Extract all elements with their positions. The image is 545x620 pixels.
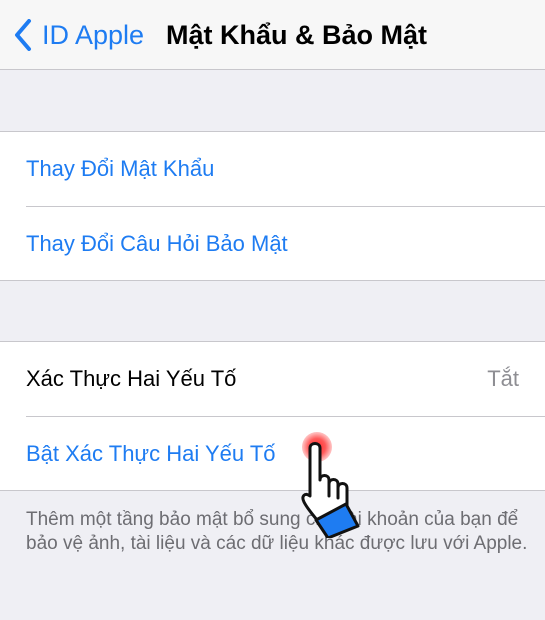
password-group: Thay Đổi Mật Khẩu Thay Đổi Câu Hỏi Bảo M…: [0, 131, 545, 281]
chevron-left-icon: [15, 19, 31, 51]
enable-two-factor-row[interactable]: Bật Xác Thực Hai Yếu Tố: [0, 417, 545, 491]
two-factor-group: Xác Thực Hai Yếu Tố Tắt Bật Xác Thực Hai…: [0, 341, 545, 491]
two-factor-status-label: Xác Thực Hai Yếu Tố: [26, 366, 237, 391]
back-button[interactable]: ID Apple: [14, 16, 144, 54]
change-password-row[interactable]: Thay Đổi Mật Khẩu: [0, 132, 545, 206]
back-button-label: ID Apple: [42, 19, 145, 50]
change-password-label: Thay Đổi Mật Khẩu: [26, 156, 215, 181]
hand-pointer-icon: [301, 442, 360, 538]
two-factor-description: Thêm một tầng bảo mật bổ sung cho tài kh…: [26, 509, 528, 554]
two-factor-status-row: Xác Thực Hai Yếu Tố Tắt: [0, 342, 545, 416]
change-security-questions-row[interactable]: Thay Đổi Câu Hỏi Bảo Mật: [0, 207, 545, 281]
enable-two-factor-label: Bật Xác Thực Hai Yếu Tố: [26, 441, 276, 466]
change-security-questions-label: Thay Đổi Câu Hỏi Bảo Mật: [26, 231, 288, 256]
two-factor-status-value: Tắt: [487, 366, 519, 391]
navigation-bar: ID Apple Mật Khẩu & Bảo Mật: [0, 0, 545, 70]
page-title: Mật Khẩu & Bảo Mật: [166, 20, 428, 50]
